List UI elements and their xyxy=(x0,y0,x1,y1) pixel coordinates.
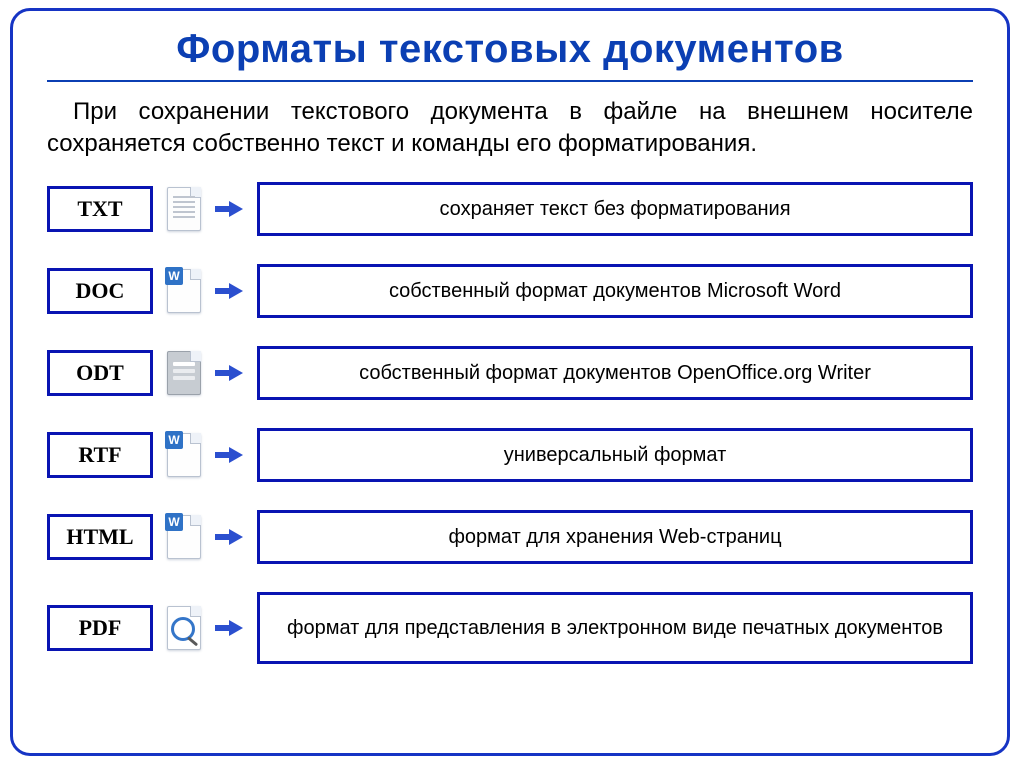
format-label-box: HTML xyxy=(47,514,153,560)
word-file-icon: W xyxy=(167,515,201,559)
word-badge-icon: W xyxy=(165,513,183,531)
format-desc: формат для представления в электронном в… xyxy=(287,617,943,640)
openoffice-file-icon xyxy=(167,351,201,395)
arrow-icon xyxy=(215,363,245,383)
format-label-box: PDF xyxy=(47,605,153,651)
format-desc-box: собственный формат документов Microsoft … xyxy=(257,264,973,318)
magnifier-icon xyxy=(171,617,195,641)
format-list: TXT сохраняет текст без форматирования D… xyxy=(41,182,979,664)
file-icon-html: W xyxy=(165,513,203,561)
format-desc: сохраняет текст без форматирования xyxy=(439,198,790,221)
format-desc: универсальный формат xyxy=(504,444,727,467)
format-row-txt: TXT сохраняет текст без форматирования xyxy=(47,182,973,236)
format-label: HTML xyxy=(66,524,133,550)
format-row-doc: DOC W собственный формат документов Micr… xyxy=(47,264,973,318)
format-desc: собственный формат документов OpenOffice… xyxy=(359,362,871,385)
arrow-icon xyxy=(215,618,245,638)
word-badge-icon: W xyxy=(165,431,183,449)
slide-title: Форматы текстовых документов xyxy=(41,27,979,72)
format-label: PDF xyxy=(79,615,122,641)
arrow-icon xyxy=(215,445,245,465)
format-label-box: RTF xyxy=(47,432,153,478)
word-file-icon: W xyxy=(167,433,201,477)
format-desc-box: формат для представления в электронном в… xyxy=(257,592,973,664)
title-underline xyxy=(47,80,973,82)
file-icon-txt xyxy=(165,185,203,233)
format-row-rtf: RTF W универсальный формат xyxy=(47,428,973,482)
text-file-icon xyxy=(167,187,201,231)
format-label: ODT xyxy=(76,360,124,386)
file-icon-doc: W xyxy=(165,267,203,315)
word-file-icon: W xyxy=(167,269,201,313)
format-row-html: HTML W формат для хранения Web-страниц xyxy=(47,510,973,564)
format-desc-box: сохраняет текст без форматирования xyxy=(257,182,973,236)
format-row-pdf: PDF формат для представления в электронн… xyxy=(47,592,973,664)
format-desc-box: собственный формат документов OpenOffice… xyxy=(257,346,973,400)
format-desc-box: формат для хранения Web-страниц xyxy=(257,510,973,564)
format-desc: собственный формат документов Microsoft … xyxy=(389,280,841,303)
arrow-icon xyxy=(215,281,245,301)
format-label: DOC xyxy=(76,278,125,304)
format-row-odt: ODT собственный формат документов OpenOf… xyxy=(47,346,973,400)
word-badge-icon: W xyxy=(165,267,183,285)
format-label-box: ODT xyxy=(47,350,153,396)
format-label-box: DOC xyxy=(47,268,153,314)
arrow-icon xyxy=(215,199,245,219)
file-icon-rtf: W xyxy=(165,431,203,479)
format-label: TXT xyxy=(77,196,122,222)
intro-paragraph: При сохранении текстового документа в фа… xyxy=(47,96,973,160)
file-icon-pdf xyxy=(165,604,203,652)
file-icon-odt xyxy=(165,349,203,397)
format-label-box: TXT xyxy=(47,186,153,232)
magnifier-file-icon xyxy=(167,606,201,650)
format-label: RTF xyxy=(78,442,121,468)
format-desc: формат для хранения Web-страниц xyxy=(448,526,781,549)
slide-frame: Форматы текстовых документов При сохране… xyxy=(10,8,1010,756)
format-desc-box: универсальный формат xyxy=(257,428,973,482)
arrow-icon xyxy=(215,527,245,547)
